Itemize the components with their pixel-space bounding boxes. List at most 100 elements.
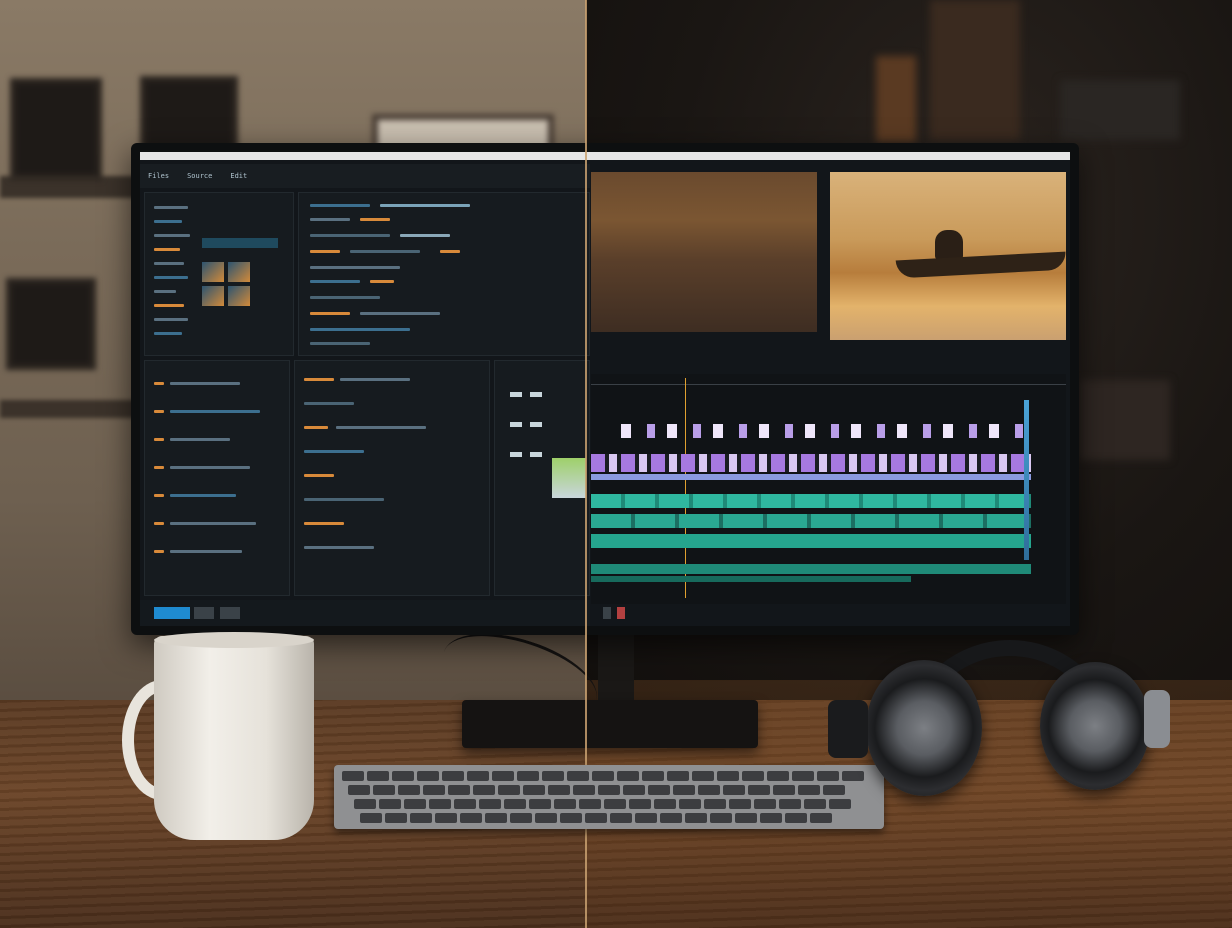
property-chip bbox=[510, 452, 522, 457]
editor-tab[interactable]: Files bbox=[148, 172, 169, 180]
headphone-cup-right bbox=[1040, 662, 1150, 790]
code-line bbox=[304, 546, 374, 549]
selected-item-highlight bbox=[202, 238, 278, 248]
property-chip bbox=[530, 392, 542, 397]
headphone-hinge bbox=[828, 700, 868, 758]
list-line bbox=[154, 290, 176, 293]
record-icon[interactable] bbox=[603, 607, 611, 619]
monitor: Files Source Edit bbox=[131, 143, 1079, 635]
code-line bbox=[310, 218, 350, 221]
audio-clip-track[interactable] bbox=[591, 514, 1031, 528]
record-icon[interactable] bbox=[617, 607, 625, 619]
editor-tab-bar: Files Source Edit bbox=[140, 164, 590, 188]
code-line bbox=[304, 402, 354, 405]
code-line bbox=[360, 218, 390, 221]
level-meter bbox=[552, 458, 586, 498]
audio-level-meter bbox=[1024, 400, 1029, 560]
file-icon bbox=[154, 466, 164, 469]
list-line bbox=[154, 304, 184, 307]
code-line bbox=[304, 450, 364, 453]
timeline-ruler bbox=[591, 384, 1066, 385]
code-line bbox=[310, 296, 380, 299]
code-line bbox=[310, 280, 360, 283]
file-icon bbox=[154, 410, 164, 413]
code-line bbox=[304, 474, 334, 477]
list-line bbox=[154, 332, 182, 335]
file-line bbox=[170, 466, 250, 469]
headphone-cup-left bbox=[866, 660, 982, 796]
audio-clip-track[interactable] bbox=[591, 576, 911, 582]
media-thumbnail[interactable] bbox=[228, 262, 250, 282]
media-browser-panel bbox=[144, 360, 290, 596]
code-line bbox=[304, 522, 344, 525]
menu-icon[interactable] bbox=[154, 607, 190, 619]
file-line bbox=[170, 438, 230, 441]
property-chip bbox=[530, 422, 542, 427]
photo-scene: Files Source Edit bbox=[0, 0, 1232, 928]
code-line bbox=[310, 250, 340, 253]
book bbox=[1080, 380, 1170, 460]
code-line bbox=[370, 280, 394, 283]
code-line bbox=[310, 312, 350, 315]
property-chip bbox=[530, 452, 542, 457]
file-icon bbox=[154, 522, 164, 525]
book bbox=[930, 0, 1020, 140]
property-chip bbox=[510, 392, 522, 397]
code-line bbox=[340, 378, 410, 381]
shelf bbox=[0, 400, 140, 418]
file-icon bbox=[154, 438, 164, 441]
menu-bar bbox=[140, 152, 1070, 160]
play-icon[interactable] bbox=[194, 607, 214, 619]
code-line bbox=[310, 266, 400, 269]
editor-tab[interactable]: Edit bbox=[230, 172, 247, 180]
list-line bbox=[154, 318, 188, 321]
list-line bbox=[154, 234, 190, 237]
timeline bbox=[591, 374, 1066, 604]
media-thumbnail[interactable] bbox=[202, 262, 224, 282]
file-line bbox=[170, 410, 260, 413]
list-line bbox=[154, 262, 184, 265]
source-panel bbox=[298, 192, 590, 356]
code-line bbox=[360, 312, 440, 315]
audio-clip-track[interactable] bbox=[591, 494, 1031, 508]
code-line bbox=[400, 234, 450, 237]
list-line bbox=[154, 220, 182, 223]
video-clip-track[interactable] bbox=[621, 424, 1031, 438]
audio-clip-track[interactable] bbox=[591, 534, 1031, 548]
media-thumbnail[interactable] bbox=[228, 286, 250, 306]
code-line bbox=[310, 328, 410, 331]
code-line bbox=[310, 342, 370, 345]
list-line bbox=[154, 206, 188, 209]
coffee-mug bbox=[154, 636, 314, 840]
media-thumbnail[interactable] bbox=[202, 286, 224, 306]
file-line bbox=[170, 494, 236, 497]
video-clip-bar bbox=[591, 474, 1031, 480]
stop-icon[interactable] bbox=[220, 607, 240, 619]
editor-tab[interactable]: Source bbox=[187, 172, 212, 180]
code-line bbox=[304, 426, 328, 429]
monitor-screen: Files Source Edit bbox=[140, 152, 1070, 626]
book bbox=[876, 56, 916, 142]
file-icon bbox=[154, 550, 164, 553]
picture-frame bbox=[6, 278, 96, 370]
file-icon bbox=[154, 382, 164, 385]
keyboard bbox=[334, 765, 884, 829]
property-chip bbox=[510, 422, 522, 427]
file-line bbox=[170, 522, 256, 525]
list-line bbox=[154, 248, 180, 251]
file-line bbox=[170, 550, 242, 553]
code-line bbox=[380, 204, 470, 207]
list-line bbox=[154, 276, 188, 279]
code-line bbox=[350, 250, 420, 253]
source-viewer bbox=[591, 172, 817, 332]
code-line bbox=[304, 498, 384, 501]
headphone-hinge bbox=[1144, 690, 1170, 748]
code-line bbox=[304, 378, 334, 381]
book bbox=[1060, 80, 1180, 140]
code-line bbox=[310, 234, 390, 237]
mug-rim bbox=[154, 632, 314, 648]
file-line bbox=[170, 382, 240, 385]
video-clip-track[interactable] bbox=[591, 454, 1031, 472]
audio-clip-track[interactable] bbox=[591, 564, 1031, 574]
effects-panel bbox=[294, 360, 490, 596]
